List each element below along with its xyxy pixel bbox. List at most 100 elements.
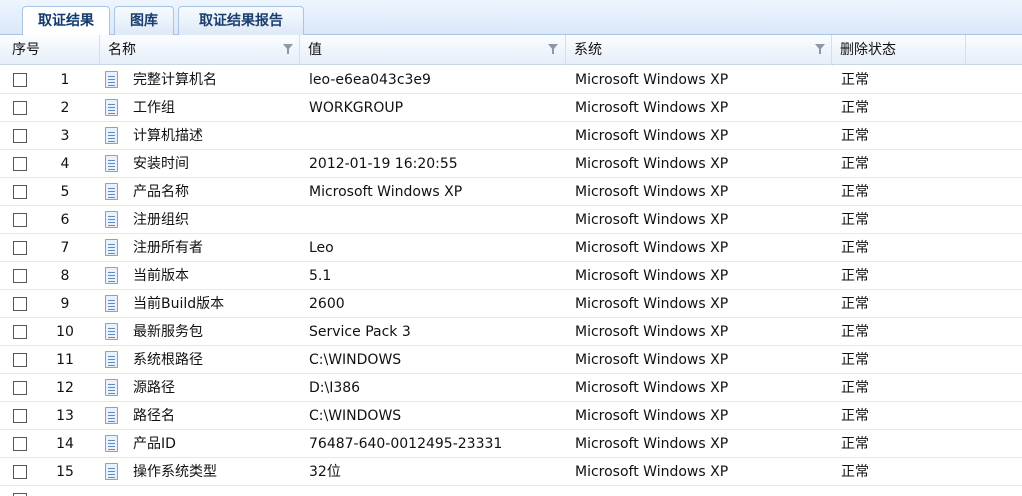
- document-icon: [105, 435, 118, 452]
- document-icon: [105, 379, 118, 396]
- table-row[interactable]: 15 操作系统类型 32位 Microsoft Windows XP 正常: [0, 458, 1022, 486]
- row-checkbox[interactable]: [13, 409, 27, 423]
- row-checkbox[interactable]: [13, 353, 27, 367]
- row-name: 工作组: [133, 100, 175, 116]
- row-index: 11: [56, 352, 74, 368]
- table-row[interactable]: 12 源路径 D:\I386 Microsoft Windows XP 正常: [0, 374, 1022, 402]
- row-status: 正常: [841, 464, 869, 480]
- table-row[interactable]: 13 路径名 C:\WINDOWS Microsoft Windows XP 正常: [0, 402, 1022, 430]
- row-checkbox[interactable]: [13, 297, 27, 311]
- row-name: 源路径: [133, 380, 175, 396]
- row-status: 正常: [841, 436, 869, 452]
- row-status: 正常: [841, 128, 869, 144]
- table-row[interactable]: 3 计算机描述 Microsoft Windows XP 正常: [0, 122, 1022, 150]
- column-header-status[interactable]: 删除状态: [832, 35, 966, 65]
- table-row[interactable]: 7 注册所有者 Leo Microsoft Windows XP 正常: [0, 234, 1022, 262]
- row-system: Microsoft Windows XP: [575, 324, 729, 340]
- row-status: 正常: [841, 212, 869, 228]
- column-header-index[interactable]: 序号: [0, 35, 100, 65]
- row-index: 6: [60, 212, 70, 228]
- row-name: 当前版本: [133, 268, 189, 284]
- row-value: [309, 206, 564, 234]
- tab-gallery[interactable]: 图库: [114, 6, 174, 35]
- row-checkbox[interactable]: [13, 381, 27, 395]
- table-row[interactable]: 2 工作组 WORKGROUP Microsoft Windows XP 正常: [0, 94, 1022, 122]
- row-value: 5.1: [309, 268, 332, 284]
- row-value: 2012-01-19 16:20:55: [309, 156, 458, 172]
- column-header-value[interactable]: 值: [300, 35, 566, 65]
- row-index: 15: [56, 464, 74, 480]
- row-status: 正常: [841, 324, 869, 340]
- row-system: Microsoft Windows XP: [575, 72, 729, 88]
- tab-forensic-report[interactable]: 取证结果报告: [178, 6, 304, 35]
- row-value: C:\WINDOWS: [309, 352, 402, 368]
- row-index: 9: [60, 296, 70, 312]
- row-status: 正常: [841, 156, 869, 172]
- table-row[interactable]: 11 系统根路径 C:\WINDOWS Microsoft Windows XP 正常: [0, 346, 1022, 374]
- row-status: 正常: [841, 72, 869, 88]
- row-system: Microsoft Windows XP: [575, 268, 729, 284]
- row-index: 7: [60, 240, 70, 256]
- tab-forensic-results[interactable]: 取证结果: [22, 6, 110, 36]
- document-icon: [105, 211, 118, 228]
- table-row[interactable]: 1 完整计算机名 leo-e6ea043c3e9 Microsoft Windows …: [0, 66, 1022, 94]
- row-value: 2600: [309, 296, 345, 312]
- filter-icon[interactable]: [548, 44, 558, 54]
- row-value: 76487-640-0012495-23331: [309, 436, 503, 452]
- table-header: 序号 名称 值 系统 删除状态: [0, 35, 1022, 65]
- table-row[interactable]: 14 产品ID 76487-640-0012495-23331 Microsoft W…: [0, 430, 1022, 458]
- row-system: Microsoft Windows XP: [575, 296, 729, 312]
- document-icon: [105, 267, 118, 284]
- row-checkbox[interactable]: [13, 325, 27, 339]
- document-icon: [105, 99, 118, 116]
- document-icon: [105, 183, 118, 200]
- row-checkbox[interactable]: [13, 437, 27, 451]
- row-checkbox[interactable]: [13, 129, 27, 143]
- table-row[interactable]: 9 当前Build版本 2600 Microsoft Windows XP 正常: [0, 290, 1022, 318]
- row-name: 计算机描述: [133, 128, 203, 144]
- row-system: Microsoft Windows XP: [575, 380, 729, 396]
- row-name: 完整计算机名: [133, 72, 217, 88]
- row-checkbox[interactable]: [13, 241, 27, 255]
- row-name: 操作系统类型: [133, 464, 217, 480]
- row-index: 12: [56, 380, 74, 396]
- row-checkbox[interactable]: [13, 185, 27, 199]
- row-checkbox[interactable]: [13, 101, 27, 115]
- column-header-system[interactable]: 系统: [566, 35, 832, 65]
- table-row[interactable]: 10 最新服务包 Service Pack 3 Microsoft Windows X…: [0, 318, 1022, 346]
- document-icon: [105, 463, 118, 480]
- table-row[interactable]: 5 产品名称 Microsoft Windows XP Microsoft Windo…: [0, 178, 1022, 206]
- row-value: [309, 122, 564, 150]
- row-index: 8: [60, 268, 70, 284]
- row-value: C:\WINDOWS: [309, 408, 402, 424]
- row-index: 5: [60, 184, 70, 200]
- row-checkbox[interactable]: [13, 73, 27, 87]
- document-icon: [105, 295, 118, 312]
- filter-icon[interactable]: [815, 44, 825, 54]
- row-value: Microsoft Windows XP: [309, 184, 463, 200]
- results-table: 序号 名称 值 系统 删除状态 1 完整计算机名 leo-e6ea043c3e9 Mi…: [0, 35, 1022, 496]
- row-status: 正常: [841, 296, 869, 312]
- column-header-name[interactable]: 名称: [100, 35, 300, 65]
- row-checkbox[interactable]: [13, 213, 27, 227]
- row-checkbox[interactable]: [13, 269, 27, 283]
- filter-icon[interactable]: [283, 44, 293, 54]
- document-icon: [105, 239, 118, 256]
- table-row[interactable]: 8 当前版本 5.1 Microsoft Windows XP 正常: [0, 262, 1022, 290]
- document-icon: [105, 323, 118, 340]
- row-name: 安装时间: [133, 156, 189, 172]
- row-value: leo-e6ea043c3e9: [309, 72, 431, 88]
- row-name: 注册组织: [133, 212, 189, 228]
- row-status: 正常: [841, 268, 869, 284]
- row-value: D:\I386: [309, 380, 361, 396]
- row-checkbox[interactable]: [13, 157, 27, 171]
- tab-bar: 取证结果 图库 取证结果报告: [0, 0, 1022, 36]
- row-value: Leo: [309, 240, 334, 256]
- row-index: 10: [56, 324, 74, 340]
- row-checkbox[interactable]: [13, 465, 27, 479]
- table-row[interactable]: 6 注册组织 Microsoft Windows XP 正常: [0, 206, 1022, 234]
- table-row[interactable]: 4 安装时间 2012-01-19 16:20:55 Microsoft Window…: [0, 150, 1022, 178]
- row-name: 最新服务包: [133, 324, 203, 340]
- column-header-value-label: 值: [308, 42, 322, 58]
- row-name: 产品ID: [133, 436, 176, 452]
